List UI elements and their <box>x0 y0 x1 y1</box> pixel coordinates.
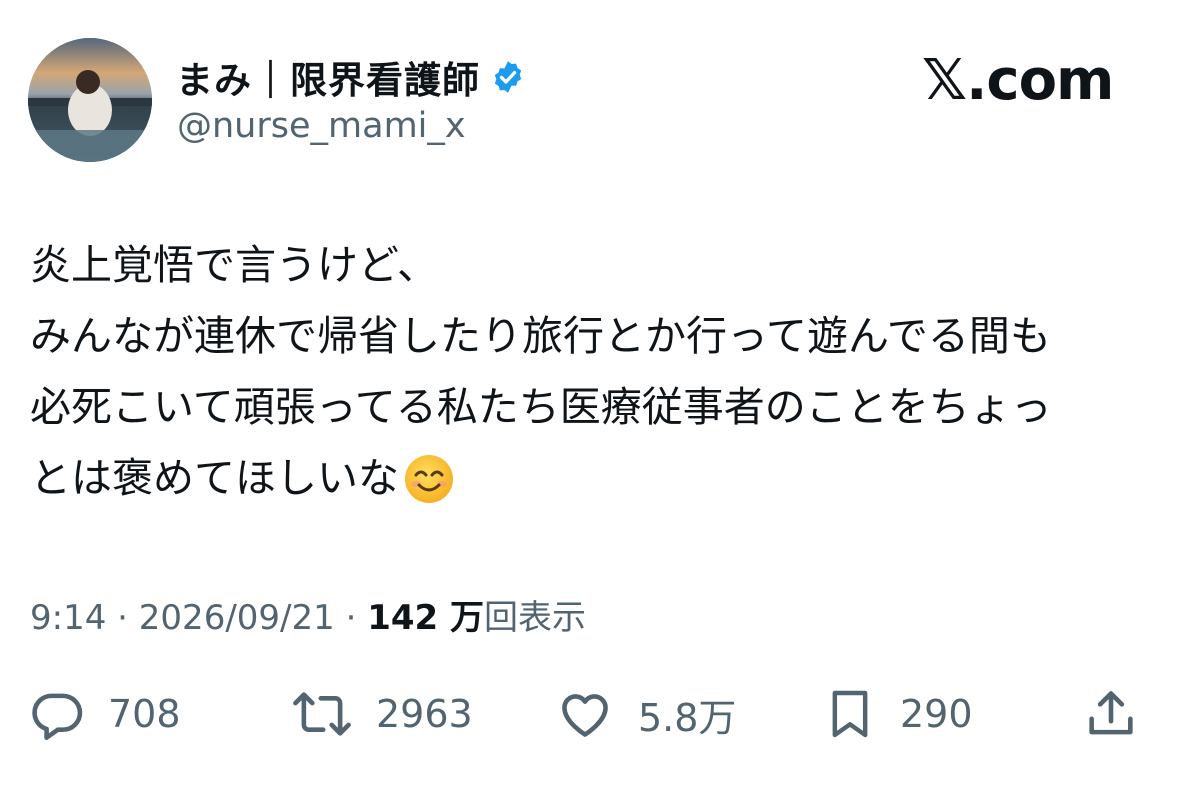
bookmark-button[interactable]: 290 <box>822 682 973 746</box>
tweet-line-last: とは褒めてほしいな <box>30 443 1160 514</box>
tweet-meta: 9:14 · 2026/09/21 · 142 万回表示 <box>30 590 586 639</box>
retweet-count: 2963 <box>376 692 473 736</box>
meta-separator: · <box>334 598 368 638</box>
share-button[interactable] <box>1082 682 1140 746</box>
views-count: 142 万 <box>367 598 485 638</box>
verified-badge-icon <box>490 59 526 95</box>
meta-separator: · <box>106 598 139 638</box>
like-button[interactable]: 5.8万 <box>554 682 736 746</box>
share-icon <box>1082 684 1140 744</box>
heart-icon <box>554 685 616 743</box>
tweet-text: 炎上覚悟で言うけど、 みんなが連休で帰省したり旅行とか行って遊んでる間も 必死こ… <box>30 230 1160 514</box>
avatar[interactable] <box>28 38 152 162</box>
reply-button[interactable]: 708 <box>28 682 181 746</box>
tweet-line: 炎上覚悟で言うけど、 <box>30 241 438 289</box>
tweet-time[interactable]: 9:14 <box>30 598 106 638</box>
reply-count: 708 <box>108 692 181 736</box>
xcom-watermark: 𝕏.com <box>922 48 1114 113</box>
tweet-line-text: とは褒めてほしいな <box>30 454 399 502</box>
tweet-line: みんなが連休で帰省したり旅行とか行って遊んでる間も <box>30 312 1051 360</box>
action-bar: 708 2963 5.8万 290 <box>0 682 1179 746</box>
smiling-face-emoji-icon <box>403 453 455 505</box>
retweet-button[interactable]: 2963 <box>290 682 473 746</box>
bookmark-icon <box>822 684 878 744</box>
like-count: 5.8万 <box>638 695 737 740</box>
avatar-photo <box>28 38 152 162</box>
author-handle[interactable]: @nurse_mami_x <box>177 106 466 146</box>
retweet-icon <box>290 685 354 743</box>
reply-icon <box>28 685 86 743</box>
author-display-name[interactable]: まみ｜限界看護師 <box>176 50 480 104</box>
tweet-date[interactable]: 2026/09/21 <box>139 598 335 638</box>
views-label: 回表示 <box>484 598 587 638</box>
bookmark-count: 290 <box>900 692 973 736</box>
tweet-line: 必死こいて頑張ってる私たち医療従事者のことをちょっ <box>30 383 1052 431</box>
author-name-row[interactable]: まみ｜限界看護師 <box>176 50 526 104</box>
